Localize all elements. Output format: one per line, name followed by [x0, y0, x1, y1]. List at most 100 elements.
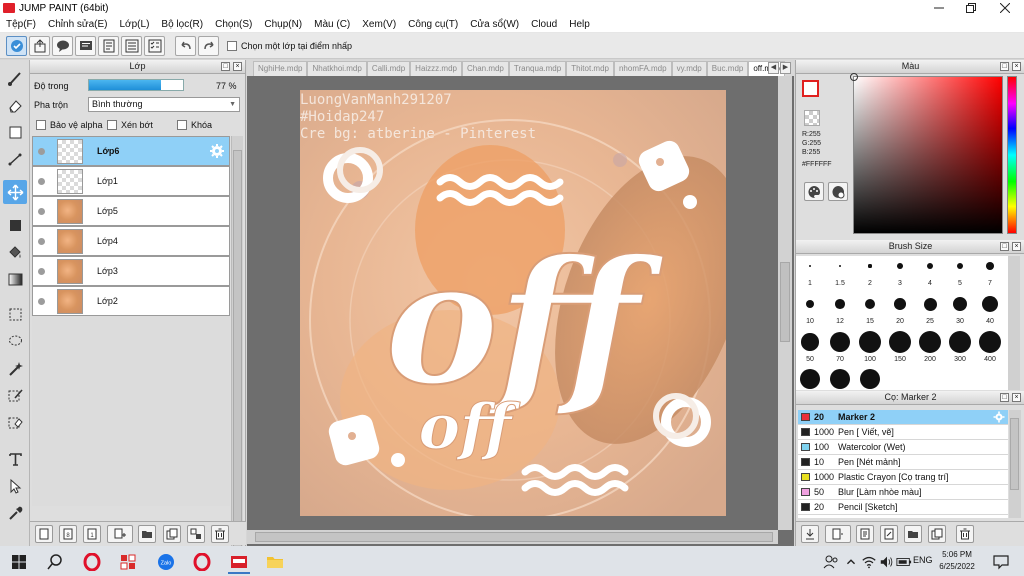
- layer-row[interactable]: Lớp1: [32, 166, 230, 196]
- menu-filter[interactable]: Bộ lọc(R): [155, 19, 209, 30]
- menu-cloud[interactable]: Cloud: [525, 19, 563, 30]
- tab-thitot[interactable]: Thitot.mdp: [566, 61, 614, 76]
- tab-vy[interactable]: vy.mdp: [671, 61, 707, 76]
- brush-size-dot[interactable]: [952, 296, 968, 312]
- brush-size-dot[interactable]: [864, 298, 876, 310]
- brush-tool[interactable]: [3, 66, 27, 90]
- taskbar-opera[interactable]: [77, 550, 107, 574]
- panel-float-button[interactable]: □: [1000, 62, 1009, 71]
- list-item[interactable]: 1000 Pen [ Viết, vẽ]: [798, 425, 1008, 440]
- brush-size-dot[interactable]: [949, 331, 971, 353]
- brush-size-dot[interactable]: [808, 264, 812, 268]
- magic-wand-tool[interactable]: [3, 356, 27, 380]
- brush-size-dot[interactable]: [830, 369, 850, 389]
- protect-alpha-checkbox[interactable]: [36, 120, 46, 130]
- gradient-tool[interactable]: [3, 267, 27, 291]
- brush-size-dot[interactable]: [956, 262, 964, 270]
- input-language[interactable]: ENG: [913, 555, 933, 565]
- tab-scroll-left-button[interactable]: ◀: [768, 62, 779, 74]
- brush-size-dot[interactable]: [835, 299, 845, 309]
- list-item[interactable]: 100 Watercolor (Wet): [798, 440, 1008, 455]
- comment-button[interactable]: [52, 35, 73, 56]
- minimize-button[interactable]: [924, 0, 954, 16]
- brush-size-dot[interactable]: [897, 263, 903, 269]
- list-item[interactable]: 20 Pencil [Sketch]: [798, 500, 1008, 515]
- artwork-canvas[interactable]: LuongVanManh291207 #Hoidap247 Cre bg: at…: [300, 90, 726, 516]
- brush-info-button[interactable]: [880, 525, 898, 543]
- tab-scroll-right-button[interactable]: ▶: [780, 62, 791, 74]
- visibility-icon[interactable]: [38, 208, 45, 215]
- tab-nghihe[interactable]: NghiHe.mdp: [253, 61, 308, 76]
- select-layer-on-click-checkbox[interactable]: [227, 40, 237, 51]
- gear-icon[interactable]: [209, 143, 225, 159]
- menu-help[interactable]: Help: [563, 19, 596, 30]
- tab-tranqua[interactable]: Tranqua.mdp: [508, 61, 567, 76]
- layer-row[interactable]: Lớp5: [32, 196, 230, 226]
- start-button[interactable]: [4, 550, 34, 574]
- tab-calli[interactable]: Calli.mdp: [366, 61, 411, 76]
- new-layer-8bit-button[interactable]: 8: [59, 525, 77, 543]
- select-rect-tool[interactable]: [3, 302, 27, 326]
- scroll-thumb[interactable]: [780, 262, 790, 342]
- palette-button[interactable]: [804, 182, 824, 201]
- taskbar-file-explorer[interactable]: [260, 550, 290, 574]
- brush-size-dot[interactable]: [923, 297, 937, 311]
- notifications-button[interactable]: [986, 550, 1016, 574]
- brush-size-dot[interactable]: [889, 331, 911, 353]
- network-button[interactable]: [861, 550, 877, 574]
- menu-capture[interactable]: Chụp(N): [258, 19, 308, 30]
- checklist-button[interactable]: [144, 35, 165, 56]
- add-brush-button[interactable]: [801, 525, 819, 543]
- new-layer-1bit-button[interactable]: 1: [83, 525, 101, 543]
- fill-rectangle-tool[interactable]: [3, 213, 27, 237]
- select-eraser-tool[interactable]: [3, 410, 27, 434]
- hue-slider[interactable]: [1007, 76, 1017, 234]
- saturation-value-picker[interactable]: [850, 73, 1003, 234]
- panel-close-button[interactable]: ×: [1012, 62, 1021, 71]
- visibility-icon[interactable]: [38, 298, 45, 305]
- document-button[interactable]: [98, 35, 119, 56]
- brush-list-scrollbar[interactable]: [1009, 410, 1021, 518]
- brush-size-dot[interactable]: [859, 331, 881, 353]
- tray-overflow-button[interactable]: [843, 550, 859, 574]
- redo-button[interactable]: [198, 35, 219, 56]
- brush-size-dot[interactable]: [894, 298, 906, 310]
- taskbar-app-red[interactable]: [113, 550, 143, 574]
- delete-layer-button[interactable]: [211, 525, 229, 543]
- brush-size-dot[interactable]: [926, 262, 934, 270]
- export-button[interactable]: [29, 35, 50, 56]
- list-item[interactable]: 1000 Plastic Crayon [Cọ trang trí]: [798, 470, 1008, 485]
- eyedropper-tool[interactable]: [3, 501, 27, 525]
- battery-button[interactable]: [896, 550, 912, 574]
- scroll-thumb[interactable]: [255, 532, 773, 542]
- eraser-tool[interactable]: [3, 93, 27, 117]
- operation-tool[interactable]: [3, 474, 27, 498]
- taskbar-jump-paint[interactable]: [224, 550, 254, 574]
- rectangle-select-tool[interactable]: [3, 120, 27, 144]
- taskbar-opera-2[interactable]: [187, 550, 217, 574]
- tab-buc[interactable]: Buc.mdp: [706, 61, 749, 76]
- palette-settings-button[interactable]: [828, 182, 848, 201]
- list-button[interactable]: [121, 35, 142, 56]
- layer-scrollbar[interactable]: [231, 136, 243, 568]
- new-layer-button[interactable]: [35, 525, 53, 543]
- brush-size-dot[interactable]: [868, 264, 872, 268]
- visibility-icon[interactable]: [38, 148, 45, 155]
- brush-size-dot[interactable]: [838, 264, 842, 268]
- list-item[interactable]: 50 Blur [Làm nhòe màu]: [798, 485, 1008, 500]
- opacity-slider[interactable]: [88, 79, 184, 91]
- lasso-tool[interactable]: [3, 329, 27, 353]
- menu-edit[interactable]: Chỉnh sửa(E): [42, 19, 114, 30]
- panel-close-button[interactable]: ×: [1012, 242, 1021, 251]
- panel-float-button[interactable]: □: [1000, 242, 1009, 251]
- add-layer-dropdown-button[interactable]: [107, 525, 133, 543]
- visibility-icon[interactable]: [38, 178, 45, 185]
- panel-close-button[interactable]: ×: [1012, 393, 1021, 402]
- layer-row[interactable]: Lớp2: [32, 286, 230, 316]
- canvas-horizontal-scrollbar[interactable]: [247, 530, 778, 544]
- new-brush-dropdown-button[interactable]: [825, 525, 851, 543]
- brush-size-dot[interactable]: [986, 262, 994, 270]
- canvas-vertical-scrollbar[interactable]: [778, 76, 792, 530]
- panel-float-button[interactable]: □: [221, 62, 230, 71]
- tab-haizzz[interactable]: Haizzz.mdp: [410, 61, 462, 76]
